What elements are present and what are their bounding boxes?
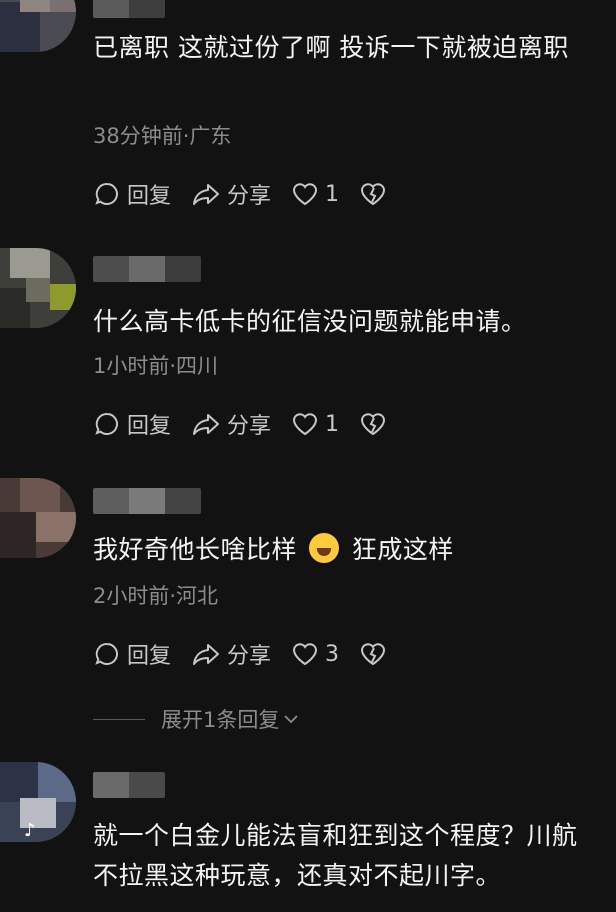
- share-label: 分享: [227, 644, 272, 669]
- reply-button[interactable]: 回复: [93, 638, 171, 670]
- dislike-button[interactable]: [359, 180, 393, 208]
- broken-heart-icon: [361, 183, 386, 206]
- avatar[interactable]: [0, 0, 76, 52]
- username-blurred[interactable]: [93, 256, 201, 282]
- avatar[interactable]: [0, 248, 76, 328]
- like-button[interactable]: 1: [291, 180, 339, 208]
- share-label: 分享: [227, 414, 272, 439]
- reply-label: 回复: [127, 644, 172, 669]
- username-blurred[interactable]: [93, 488, 201, 514]
- reply-button[interactable]: 回复: [93, 178, 171, 210]
- share-icon: [193, 184, 220, 205]
- expand-replies-label: 展开1条回复: [161, 708, 280, 732]
- comment-text-part: 狂成这样: [351, 535, 454, 564]
- share-icon: [193, 414, 220, 435]
- broken-heart-icon: [361, 413, 386, 436]
- comment-actions: 回复 分享 1: [93, 178, 413, 210]
- comment-text: 什么高卡低卡的征信没问题就能申请。: [93, 307, 527, 336]
- comment-actions: 回复 分享 3: [93, 638, 413, 670]
- comment-meta: 2小时前·河北: [93, 584, 219, 608]
- comment-text-part: 我好奇他长啥比样: [93, 535, 298, 564]
- comment-text: 已离职 这就过份了啊 投诉一下就被迫离职: [93, 33, 569, 62]
- divider: [93, 718, 145, 720]
- heart-icon: [293, 643, 318, 666]
- comment-actions: 回复 分享 1: [93, 408, 413, 440]
- reply-icon: [95, 182, 118, 205]
- heart-icon: [293, 183, 318, 206]
- heart-icon: [293, 413, 318, 436]
- reply-icon: [95, 412, 118, 435]
- comment-text: 我好奇他长啥比样 狂成这样: [93, 530, 582, 570]
- reply-button[interactable]: 回复: [93, 408, 171, 440]
- tiktok-badge-icon: ♪: [24, 820, 36, 841]
- share-label: 分享: [227, 184, 272, 209]
- like-count: 1: [325, 411, 340, 437]
- comment-meta: 38分钟前·广东: [93, 124, 232, 148]
- dislike-button[interactable]: [359, 640, 393, 668]
- laughing-crying-emoji-icon: [309, 533, 340, 563]
- reply-icon: [95, 642, 118, 665]
- like-button[interactable]: 1: [291, 410, 339, 438]
- share-icon: [193, 644, 220, 665]
- reply-label: 回复: [127, 414, 172, 439]
- broken-heart-icon: [361, 643, 386, 666]
- username-blurred[interactable]: [93, 772, 165, 798]
- share-button[interactable]: 分享: [191, 638, 271, 670]
- comment-meta: 1小时前·四川: [93, 354, 219, 378]
- like-count: 3: [325, 641, 340, 667]
- chevron-down-icon: [284, 715, 299, 724]
- reply-label: 回复: [127, 184, 172, 209]
- share-button[interactable]: 分享: [191, 408, 271, 440]
- like-count: 1: [325, 181, 340, 207]
- comment-text: 就一个白金儿能法盲和狂到这个程度？川航不拉黑这种玩意，还真对不起川字。: [93, 821, 578, 890]
- like-button[interactable]: 3: [291, 640, 339, 668]
- avatar[interactable]: [0, 478, 76, 558]
- username-blurred[interactable]: [93, 0, 165, 18]
- dislike-button[interactable]: [359, 410, 393, 438]
- share-button[interactable]: 分享: [191, 178, 271, 210]
- expand-replies-button[interactable]: 展开1条回复: [93, 704, 301, 734]
